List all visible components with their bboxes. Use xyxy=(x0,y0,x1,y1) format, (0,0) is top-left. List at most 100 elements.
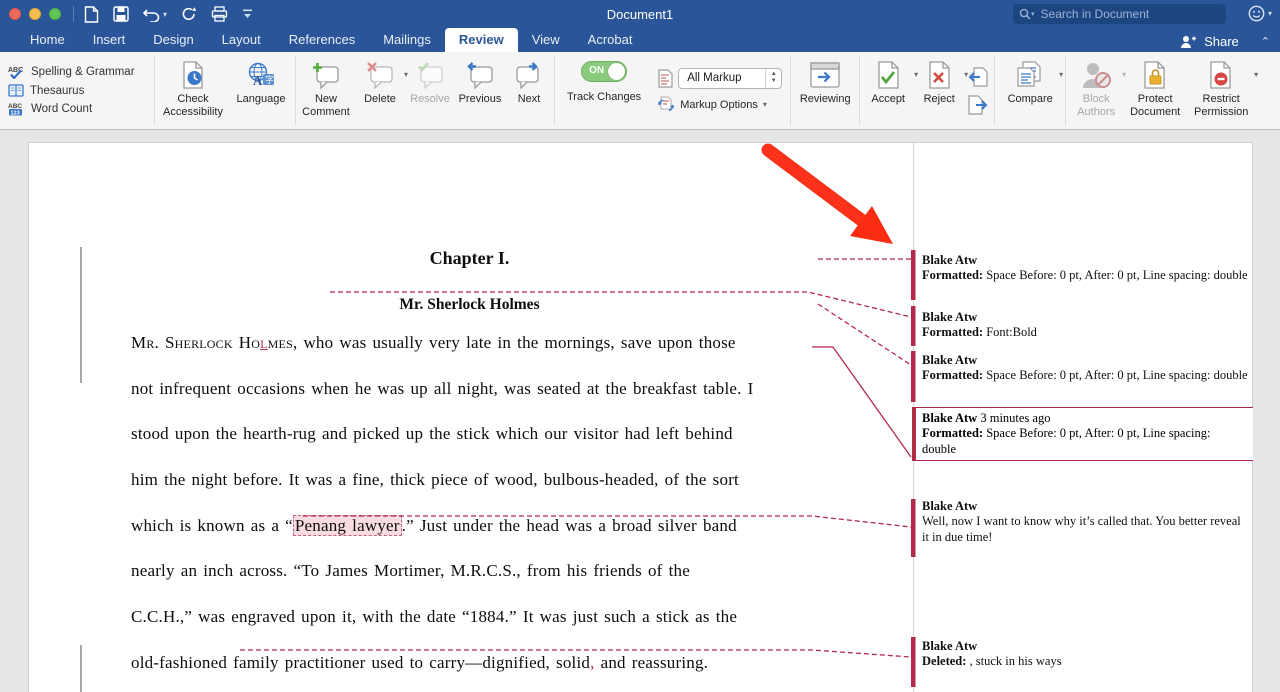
toolbar-options-icon[interactable] xyxy=(242,8,253,20)
body-line-3[interactable]: stood upon the hearth-rug and picked up … xyxy=(131,424,733,444)
track-changes-toggle[interactable]: ON xyxy=(581,61,627,82)
undo-icon[interactable]: ▾ xyxy=(143,7,167,22)
revision-author: Blake Atw xyxy=(922,353,977,367)
svg-text:字: 字 xyxy=(265,74,274,85)
resolve-comment-icon xyxy=(417,61,443,89)
print-icon[interactable] xyxy=(211,6,228,22)
revision-timestamp: 3 minutes ago xyxy=(977,411,1050,425)
previous-change-button[interactable] xyxy=(968,67,988,87)
compare-caret-icon[interactable]: ▾ xyxy=(1059,70,1063,79)
share-button[interactable]: Share xyxy=(1204,34,1239,49)
feedback-caret-icon[interactable]: ▾ xyxy=(1268,9,1272,18)
markup-options-icon xyxy=(657,96,675,114)
body-line-1[interactable]: Mr. Sherlock Holmes, who was usually ver… xyxy=(131,333,736,353)
compare-button[interactable]: ▾ Compare xyxy=(997,52,1063,129)
reject-caret-icon[interactable]: ▾ xyxy=(964,70,968,79)
chapter-heading[interactable]: Chapter I. xyxy=(131,248,808,269)
revision-type-label: Formatted: xyxy=(922,426,983,440)
markup-view-stepper-icon[interactable]: ▲▼ xyxy=(765,69,781,88)
minimize-button[interactable] xyxy=(29,8,41,20)
comment-anchor-highlight: Penang lawyer xyxy=(293,515,402,536)
revision-type-label: Deleted: xyxy=(922,654,966,668)
delete-comment-button[interactable]: ▾ Delete xyxy=(354,52,406,129)
revision-author: Blake Atw xyxy=(922,253,977,267)
track-changes-control: ON Track Changes xyxy=(557,52,651,129)
check-accessibility-icon xyxy=(180,61,206,89)
revision-author: Blake Atw xyxy=(922,411,977,425)
reviewing-pane-button[interactable]: Reviewing xyxy=(793,52,857,129)
markup-view-select[interactable]: All Markup ▲▼ xyxy=(678,68,782,89)
revision-balloon[interactable]: Blake AtwDeleted: , stuck in his ways xyxy=(922,639,1250,670)
reject-change-button[interactable]: ▾ Reject xyxy=(914,52,964,129)
search-input[interactable] xyxy=(1039,6,1193,22)
body-line-8[interactable]: old-fashioned family practitioner used t… xyxy=(131,653,708,673)
save-icon[interactable] xyxy=(113,6,129,22)
thesaurus-button[interactable]: Thesaurus xyxy=(8,84,146,97)
redo-icon[interactable] xyxy=(181,6,197,22)
feedback-smiley-icon[interactable] xyxy=(1248,5,1265,22)
comment-balloon[interactable]: Blake AtwWell, now I want to know why it… xyxy=(922,499,1250,545)
check-accessibility-button[interactable]: Check Accessibility xyxy=(157,52,229,129)
revision-balloon[interactable]: Blake AtwFormatted: Space Before: 0 pt, … xyxy=(922,353,1250,384)
next-change-button[interactable] xyxy=(968,95,988,115)
tab-home[interactable]: Home xyxy=(16,28,79,52)
track-changes-label: Track Changes xyxy=(567,91,641,103)
tab-mailings[interactable]: Mailings xyxy=(369,28,445,52)
revision-author: Blake Atw xyxy=(922,499,977,513)
svg-text:123: 123 xyxy=(11,111,20,117)
protect-document-button[interactable]: Protect Document xyxy=(1124,52,1186,129)
tab-review[interactable]: Review xyxy=(445,28,518,52)
tab-layout[interactable]: Layout xyxy=(208,28,275,52)
tab-design[interactable]: Design xyxy=(139,28,207,52)
body-line-4[interactable]: him the night before. It was a fine, thi… xyxy=(131,470,739,490)
revision-author: Blake Atw xyxy=(922,310,977,324)
next-comment-button[interactable]: Next xyxy=(506,52,552,129)
ribbon-tabs: Home Insert Design Layout References Mai… xyxy=(0,28,1280,52)
tab-references[interactable]: References xyxy=(275,28,369,52)
toggle-knob[interactable] xyxy=(608,63,625,80)
undo-caret-icon[interactable]: ▾ xyxy=(163,10,167,19)
tab-view[interactable]: View xyxy=(518,28,574,52)
spelling-abc-icon: ABC xyxy=(8,65,25,79)
tab-insert[interactable]: Insert xyxy=(79,28,140,52)
body-line-2[interactable]: not infrequent occasions when he was up … xyxy=(131,379,754,399)
markup-group: All Markup ▲▼ Markup Options ▾ xyxy=(651,52,788,129)
spelling-grammar-button[interactable]: ABC Spelling & Grammar xyxy=(8,65,146,79)
body-line-7[interactable]: C.C.H.,” was engraved upon it, with the … xyxy=(131,607,737,627)
accept-change-icon xyxy=(876,61,900,89)
block-authors-icon xyxy=(1081,62,1111,88)
search-scope-caret-icon[interactable]: ▾ xyxy=(1031,10,1035,18)
revision-balloon[interactable]: Blake AtwFormatted: Space Before: 0 pt, … xyxy=(922,253,1250,284)
reviewing-pane-icon xyxy=(810,62,840,88)
restrict-permission-caret-icon[interactable]: ▾ xyxy=(1254,70,1258,79)
revision-balloon[interactable]: Blake AtwFormatted: Font:Bold xyxy=(922,310,1250,341)
new-comment-button[interactable]: New Comment xyxy=(298,52,354,129)
close-button[interactable] xyxy=(9,8,21,20)
markup-options-button[interactable]: Markup Options ▾ xyxy=(657,96,782,114)
restrict-permission-button[interactable]: ▾ Restrict Permission xyxy=(1186,52,1256,129)
body-line-5[interactable]: which is known as a “Penang lawyer.” Jus… xyxy=(131,516,737,536)
word-count-icon: ABC123 xyxy=(8,102,25,116)
titlebar-divider xyxy=(73,6,74,22)
next-comment-icon xyxy=(515,61,543,89)
new-document-icon[interactable] xyxy=(84,6,99,23)
previous-comment-button[interactable]: Previous xyxy=(454,52,506,129)
section-heading[interactable]: Mr. Sherlock Holmes xyxy=(131,296,808,314)
previous-change-icon xyxy=(968,67,988,87)
language-button[interactable]: A字 Language xyxy=(229,52,293,129)
tracked-insertion: l xyxy=(260,333,268,352)
revision-balloon-selected[interactable]: Blake Atw 3 minutes agoFormatted: Space … xyxy=(912,407,1253,461)
revision-bar xyxy=(912,408,916,460)
accept-change-button[interactable]: ▾ Accept xyxy=(862,52,914,129)
revision-type-label: Formatted: xyxy=(922,325,983,339)
body-line-6[interactable]: nearly an inch across. “To James Mortime… xyxy=(131,561,690,581)
revision-type-label: Formatted: xyxy=(922,368,983,382)
markup-options-caret-icon[interactable]: ▾ xyxy=(763,100,767,109)
tab-acrobat[interactable]: Acrobat xyxy=(574,28,647,52)
zoom-button[interactable] xyxy=(49,8,61,20)
word-count-button[interactable]: ABC123 Word Count xyxy=(8,102,146,116)
search-box[interactable]: ▾ xyxy=(1013,4,1226,24)
resolve-comment-button[interactable]: Resolve xyxy=(406,52,454,129)
block-authors-button[interactable]: ▾ Block Authors xyxy=(1068,52,1124,129)
collapse-ribbon-icon[interactable]: ⌃ xyxy=(1261,35,1270,48)
